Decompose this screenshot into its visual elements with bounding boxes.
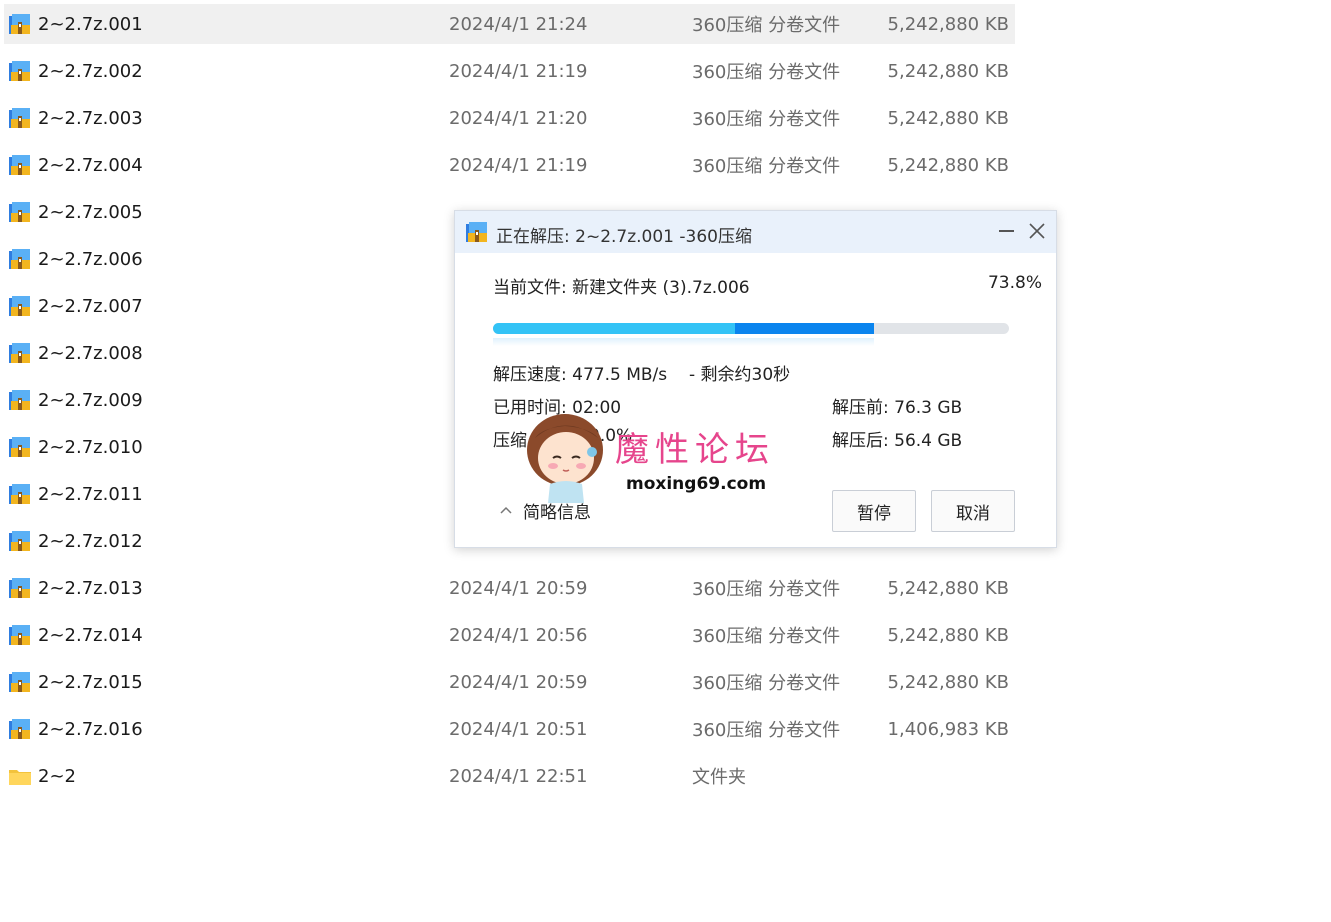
file-name: 2~2.7z.012: [38, 530, 143, 552]
file-size: 5,242,880 KB: [887, 154, 1009, 176]
progress-reflection: [493, 338, 874, 346]
file-name: 2~2.7z.002: [38, 60, 143, 82]
file-name: 2~2.7z.001: [38, 13, 143, 35]
file-row[interactable]: 2~2.7z.014 2024/4/1 20:56 360压缩 分卷文件 5,242,…: [4, 615, 1015, 655]
file-date: 2024/4/1 21:19: [449, 154, 588, 176]
archive-icon: [9, 61, 30, 81]
progress-fill-secondary: [735, 323, 874, 334]
file-row[interactable]: 2~2.7z.004 2024/4/1 21:19 360压缩 分卷文件 5,242,…: [4, 145, 1015, 185]
file-size: 5,242,880 KB: [887, 13, 1009, 35]
file-type: 360压缩 分卷文件: [692, 156, 841, 177]
file-row[interactable]: 2~2.7z.016 2024/4/1 20:51 360压缩 分卷文件 1,406,…: [4, 709, 1015, 749]
file-name: 2~2.7z.003: [38, 107, 143, 129]
file-name: 2~2.7z.009: [38, 389, 143, 411]
archive-icon: [9, 437, 30, 457]
file-size: 5,242,880 KB: [887, 624, 1009, 646]
file-row[interactable]: 2~2.7z.015 2024/4/1 20:59 360压缩 分卷文件 5,242,…: [4, 662, 1015, 702]
file-type: 360压缩 分卷文件: [692, 109, 841, 130]
file-name: 2~2.7z.008: [38, 342, 143, 364]
file-name: 2~2.7z.014: [38, 624, 143, 646]
file-row[interactable]: 2~2 2024/4/1 22:51 文件夹: [4, 756, 1015, 796]
file-type: 360压缩 分卷文件: [692, 15, 841, 36]
current-file-label: 当前文件: 新建文件夹 (3).7z.006: [493, 278, 750, 298]
file-name: 2~2.7z.011: [38, 483, 143, 505]
speed-label: 解压速度: 477.5 MB/s: [493, 365, 668, 385]
file-name: 2~2.7z.005: [38, 201, 143, 223]
chevron-up-icon: [500, 506, 512, 514]
file-size: 5,242,880 KB: [887, 60, 1009, 82]
archive-icon: [9, 249, 30, 269]
file-name: 2~2.7z.015: [38, 671, 143, 693]
file-row[interactable]: 2~2.7z.002 2024/4/1 21:19 360压缩 分卷文件 5,242,…: [4, 51, 1015, 91]
archive-icon: [9, 343, 30, 363]
file-row[interactable]: 2~2.7z.003 2024/4/1 21:20 360压缩 分卷文件 5,242,…: [4, 98, 1015, 138]
close-icon[interactable]: [1025, 219, 1049, 243]
file-row[interactable]: 2~2.7z.013 2024/4/1 20:59 360压缩 分卷文件 5,242,…: [4, 568, 1015, 608]
file-date: 2024/4/1 20:59: [449, 671, 588, 693]
watermark-url: moxing69.com: [626, 474, 767, 494]
file-type: 360压缩 分卷文件: [692, 62, 841, 83]
archive-icon: [9, 155, 30, 175]
after-size-label: 解压后: 56.4 GB: [832, 431, 963, 451]
dialog-title: 正在解压: 2~2.7z.001 -360压缩: [496, 227, 752, 247]
watermark: 魔性论坛 moxing69.com: [520, 408, 800, 503]
file-size: 1,406,983 KB: [887, 718, 1009, 740]
mascot-image: [527, 414, 603, 503]
before-size-label: 解压前: 76.3 GB: [832, 398, 963, 418]
file-name: 2~2.7z.013: [38, 577, 143, 599]
archive-icon: [9, 202, 30, 222]
file-date: 2024/4/1 21:20: [449, 107, 588, 129]
progress-fill-primary: [493, 323, 735, 334]
minimize-button[interactable]: [995, 219, 1019, 243]
archive-icon: [9, 296, 30, 316]
file-date: 2024/4/1 21:19: [449, 60, 588, 82]
archive-icon: [9, 484, 30, 504]
archive-icon: [9, 578, 30, 598]
file-date: 2024/4/1 20:59: [449, 577, 588, 599]
file-type: 360压缩 分卷文件: [692, 720, 841, 741]
archive-icon: [466, 222, 487, 242]
file-name: 2~2.7z.007: [38, 295, 143, 317]
archive-icon: [9, 672, 30, 692]
file-type: 360压缩 分卷文件: [692, 579, 841, 600]
progress-bar: [493, 323, 1009, 334]
file-name: 2~2.7z.016: [38, 718, 143, 740]
file-name: 2~2.7z.004: [38, 154, 143, 176]
archive-icon: [9, 108, 30, 128]
archive-icon: [9, 14, 30, 34]
file-type: 文件夹: [692, 767, 746, 788]
progress-percent: 73.8%: [987, 273, 1042, 293]
watermark-logo-text: 魔性论坛: [615, 430, 775, 470]
file-name: 2~2.7z.010: [38, 436, 143, 458]
file-size: 5,242,880 KB: [887, 577, 1009, 599]
folder-icon: [9, 770, 31, 785]
file-size: 5,242,880 KB: [887, 671, 1009, 693]
remaining-label: - 剩余约30秒: [689, 365, 791, 385]
pause-button[interactable]: 暂停: [832, 490, 916, 532]
file-type: 360压缩 分卷文件: [692, 673, 841, 694]
cancel-button[interactable]: 取消: [931, 490, 1015, 532]
file-name: 2~2: [38, 765, 76, 787]
file-size: 5,242,880 KB: [887, 107, 1009, 129]
file-date: 2024/4/1 20:51: [449, 718, 588, 740]
file-date: 2024/4/1 22:51: [449, 765, 588, 787]
archive-icon: [9, 625, 30, 645]
archive-icon: [9, 531, 30, 551]
archive-icon: [9, 390, 30, 410]
file-date: 2024/4/1 21:24: [449, 13, 588, 35]
file-date: 2024/4/1 20:56: [449, 624, 588, 646]
dialog-titlebar[interactable]: 正在解压: 2~2.7z.001 -360压缩: [455, 211, 1056, 253]
file-type: 360压缩 分卷文件: [692, 626, 841, 647]
file-name: 2~2.7z.006: [38, 248, 143, 270]
file-row[interactable]: 2~2.7z.001 2024/4/1 21:24 360压缩 分卷文件 5,242,…: [4, 4, 1015, 44]
archive-icon: [9, 719, 30, 739]
